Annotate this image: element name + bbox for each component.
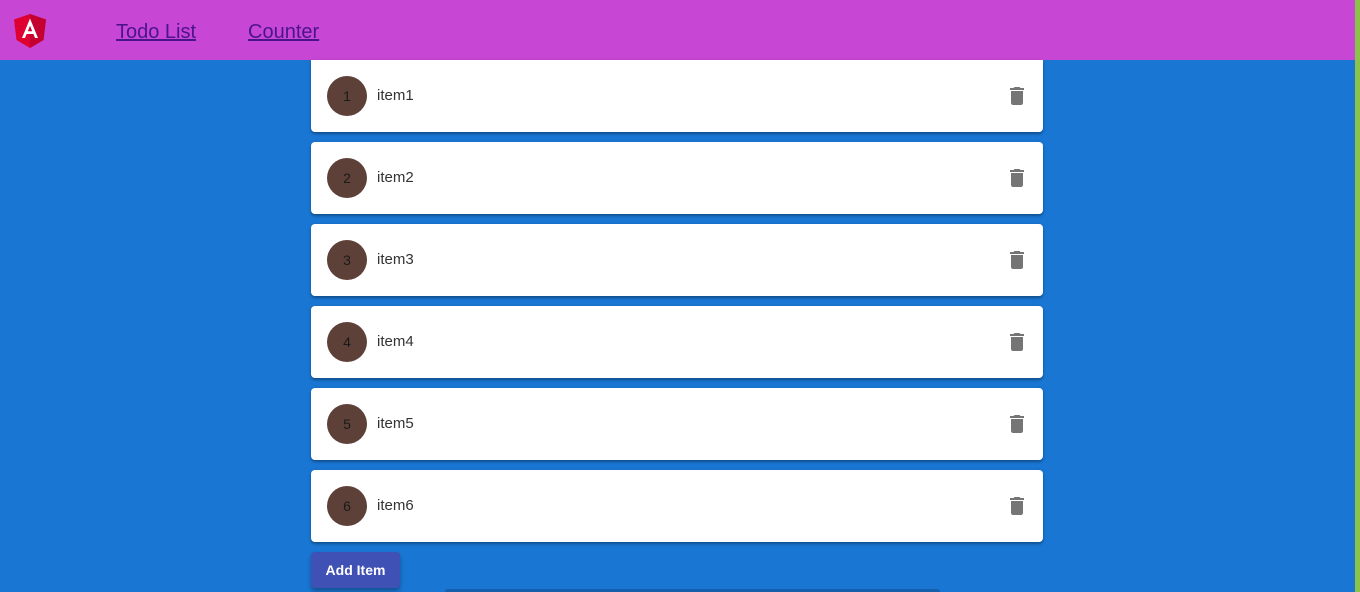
item-label: item5 xyxy=(377,415,414,432)
item-number-avatar: 3 xyxy=(327,240,367,280)
todo-list: 1 item1 2 item2 3 item3 4 item4 5 item5 … xyxy=(311,60,1043,552)
trash-icon[interactable] xyxy=(1005,494,1029,518)
item-label: item2 xyxy=(377,169,414,186)
item-label: item3 xyxy=(377,251,414,268)
nav-link-todo-list[interactable]: Todo List xyxy=(116,20,196,44)
item-number-avatar: 6 xyxy=(327,486,367,526)
nav-link-counter[interactable]: Counter xyxy=(248,20,319,44)
angular-logo-icon[interactable] xyxy=(14,14,46,48)
item-number-avatar: 5 xyxy=(327,404,367,444)
todo-item: 6 item6 xyxy=(311,470,1043,542)
trash-icon[interactable] xyxy=(1005,330,1029,354)
item-label: item6 xyxy=(377,497,414,514)
trash-icon[interactable] xyxy=(1005,248,1029,272)
window-edge xyxy=(1355,0,1360,592)
todo-item: 2 item2 xyxy=(311,142,1043,214)
trash-icon[interactable] xyxy=(1005,84,1029,108)
item-number-avatar: 4 xyxy=(327,322,367,362)
trash-icon[interactable] xyxy=(1005,166,1029,190)
item-number-avatar: 1 xyxy=(327,76,367,116)
add-item-button[interactable]: Add Item xyxy=(311,552,400,588)
todo-item: 4 item4 xyxy=(311,306,1043,378)
todo-item: 3 item3 xyxy=(311,224,1043,296)
todo-item: 5 item5 xyxy=(311,388,1043,460)
item-label: item4 xyxy=(377,333,414,350)
item-number-avatar: 2 xyxy=(327,158,367,198)
top-toolbar: Todo List Counter xyxy=(0,0,1355,60)
trash-icon[interactable] xyxy=(1005,412,1029,436)
todo-item: 1 item1 xyxy=(311,60,1043,132)
item-label: item1 xyxy=(377,87,414,104)
